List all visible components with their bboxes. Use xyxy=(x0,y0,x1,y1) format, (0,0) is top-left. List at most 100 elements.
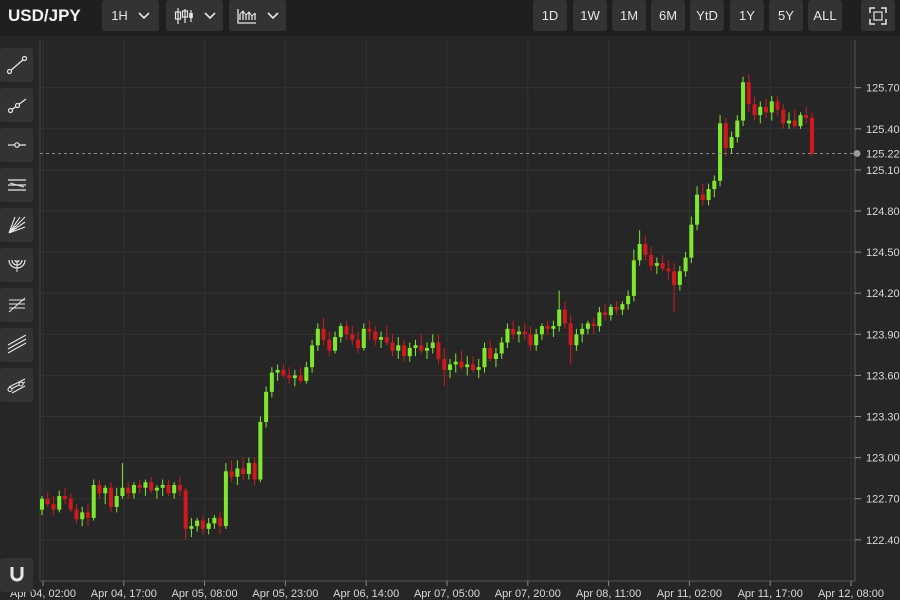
candle-body xyxy=(126,487,131,494)
candle-body xyxy=(68,498,73,510)
tool-trend-line[interactable] xyxy=(0,48,33,82)
x-tick-label: Apr 12, 08:00 xyxy=(818,588,884,600)
candle xyxy=(97,479,102,499)
candle xyxy=(384,326,389,346)
candle-body xyxy=(482,348,487,368)
candle-body xyxy=(465,364,470,368)
candle-body xyxy=(57,495,62,510)
candle-body xyxy=(373,331,378,340)
candle-body xyxy=(407,348,412,357)
candle-body xyxy=(160,485,165,488)
candle xyxy=(85,504,90,527)
candle-body xyxy=(666,268,671,272)
candle xyxy=(424,342,430,359)
price-chart[interactable]: 125.70 125.40 125.10 124.80 124.50 124.20 123.… xyxy=(0,0,900,600)
candle xyxy=(516,326,521,343)
candle xyxy=(281,364,286,379)
candle xyxy=(660,254,665,272)
candle-body xyxy=(379,337,384,340)
candle xyxy=(488,339,493,362)
candle xyxy=(608,304,613,321)
candle-body xyxy=(758,106,763,116)
candle-body xyxy=(557,309,562,327)
tool-ray[interactable] xyxy=(0,88,33,122)
candle xyxy=(666,260,671,280)
candle-body xyxy=(677,271,682,285)
candle xyxy=(712,175,717,198)
candle-body xyxy=(591,323,596,327)
candle xyxy=(154,485,159,499)
candle-body xyxy=(62,495,67,499)
candle xyxy=(338,323,343,343)
candle xyxy=(195,517,200,532)
candle xyxy=(114,487,119,513)
candle-body xyxy=(396,345,401,351)
candle-body xyxy=(241,468,246,475)
candle xyxy=(677,265,682,291)
candle xyxy=(798,112,803,129)
candle-body xyxy=(195,520,200,527)
candle xyxy=(131,482,136,499)
tool-arc[interactable] xyxy=(0,248,33,282)
candle xyxy=(775,95,780,116)
candle xyxy=(585,320,590,335)
candle-body xyxy=(264,391,269,422)
candle-body xyxy=(580,328,585,335)
candle-body xyxy=(608,306,613,316)
candle-body xyxy=(741,82,746,121)
tool-pitchfork[interactable] xyxy=(0,368,33,402)
candle xyxy=(327,331,332,357)
candle xyxy=(499,337,504,359)
candle xyxy=(160,479,165,496)
x-axis: Apr 04, 02:00 Apr 04, 17:00 Apr 05, 08:00 A… xyxy=(10,581,884,600)
candle xyxy=(252,457,257,485)
candle-body xyxy=(718,123,723,181)
candle xyxy=(735,115,740,143)
x-tick-label: Apr 04, 17:00 xyxy=(91,588,157,600)
candle xyxy=(741,76,746,127)
tool-channel[interactable] xyxy=(0,168,33,202)
candle-body xyxy=(574,334,579,346)
candle xyxy=(367,320,372,340)
candle-body xyxy=(315,328,320,346)
candle xyxy=(315,323,320,351)
fib-retracement-icon xyxy=(8,297,25,313)
candle-body xyxy=(258,421,263,480)
candle-body xyxy=(470,364,475,370)
candle-body xyxy=(281,369,286,376)
candle xyxy=(68,493,73,513)
candle-body xyxy=(683,257,688,272)
candle-body xyxy=(654,263,659,266)
candle-body xyxy=(493,353,498,359)
candle xyxy=(108,482,113,513)
tool-fib-retracement[interactable] xyxy=(0,288,33,322)
x-tick-label: Apr 11, 17:00 xyxy=(738,588,803,600)
candle-body xyxy=(269,372,274,392)
candle-body xyxy=(74,509,79,520)
candle xyxy=(465,356,470,376)
tool-parallel-channel[interactable] xyxy=(0,328,33,362)
candle-body xyxy=(149,482,154,491)
candle xyxy=(235,460,240,485)
candle-body xyxy=(91,485,96,518)
candle-body xyxy=(511,328,516,335)
candle xyxy=(258,416,263,483)
candle-body xyxy=(631,260,636,296)
candle xyxy=(149,476,154,494)
candle-body xyxy=(672,271,677,285)
candle-body xyxy=(775,101,780,110)
tool-fan[interactable] xyxy=(0,208,33,242)
candle xyxy=(643,235,648,261)
x-tick-label: Apr 05, 23:00 xyxy=(252,588,318,600)
tool-horizontal-line[interactable] xyxy=(0,128,33,162)
tool-magnet[interactable] xyxy=(0,558,33,592)
candle xyxy=(591,317,596,335)
last-price-marker: 125.22 xyxy=(40,148,900,160)
candle-body xyxy=(585,323,590,329)
candle xyxy=(545,320,550,335)
y-tick-label: 123.30 xyxy=(866,412,900,424)
candle xyxy=(407,342,412,362)
candle-body xyxy=(614,306,619,310)
candle xyxy=(637,230,642,266)
magnet-icon xyxy=(10,567,23,582)
